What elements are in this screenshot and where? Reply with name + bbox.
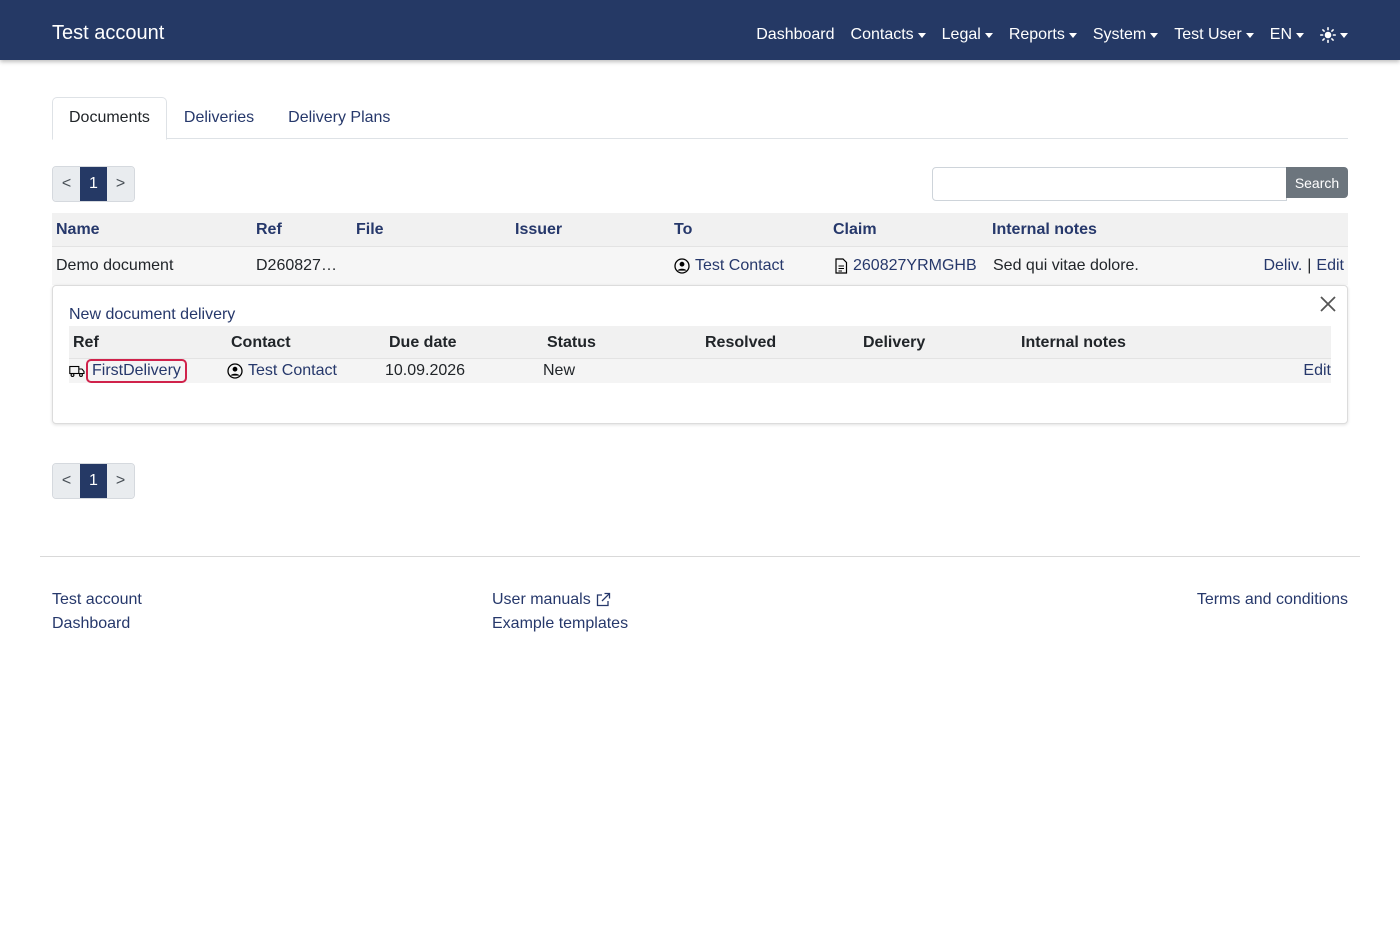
close-icon[interactable] (1319, 295, 1337, 313)
column-header-to[interactable]: To (674, 221, 692, 239)
main-nav: Dashboard Contacts Legal Reports System … (756, 24, 1348, 46)
brand-title[interactable]: Test account (52, 21, 164, 45)
pagination-prev-button[interactable]: < (53, 464, 80, 498)
column-header-internal-notes[interactable]: Internal notes (992, 221, 1097, 239)
deliv-link[interactable]: Deliv. (1263, 257, 1302, 275)
footer-divider (40, 556, 1360, 557)
delivery-edit-link[interactable]: Edit (1303, 362, 1331, 380)
tab-delivery-plans[interactable]: Delivery Plans (271, 97, 407, 139)
top-navbar: Test account Dashboard Contacts Legal Re… (0, 0, 1400, 60)
claim-link[interactable]: 260827YRMGHB (853, 257, 977, 275)
footer-link-user-manuals[interactable]: User manuals (492, 591, 611, 609)
deliveries-table-header: Ref Contact Due date Status Resolved Del… (69, 326, 1331, 359)
person-circle-icon (227, 363, 243, 379)
user-manuals-label: User manuals (492, 591, 591, 608)
delivery-panel: New document delivery Ref Contact Due da… (52, 285, 1348, 424)
external-link-icon (595, 592, 611, 608)
action-separator: | (1307, 257, 1312, 274)
caret-down-icon (1150, 32, 1159, 38)
column-header-status: Status (547, 334, 596, 351)
pagination-prev-button[interactable]: < (53, 167, 80, 201)
column-header-contact: Contact (231, 334, 291, 351)
document-ref: D260827… (256, 257, 337, 274)
nav-system-label: System (1092, 26, 1147, 43)
footer-link-dashboard[interactable]: Dashboard (52, 615, 130, 633)
nav-contacts[interactable]: Contacts (851, 24, 926, 46)
nav-reports-label: Reports (1008, 26, 1065, 43)
column-header-name[interactable]: Name (56, 221, 100, 239)
nav-legal[interactable]: Legal (942, 24, 993, 46)
column-header-resolved: Resolved (705, 334, 777, 351)
column-header-issuer[interactable]: Issuer (515, 221, 562, 239)
document-tabs: Documents Deliveries Delivery Plans (52, 97, 1348, 140)
column-header-claim[interactable]: Claim (833, 221, 877, 239)
deliveries-table: Ref Contact Due date Status Resolved Del… (69, 326, 1331, 383)
nav-reports[interactable]: Reports (1009, 24, 1077, 46)
table-row[interactable]: Demo document D260827… Test Contact 2608… (52, 247, 1348, 285)
tab-documents[interactable]: Documents (52, 97, 167, 140)
caret-down-icon (1245, 32, 1254, 38)
tab-deliveries[interactable]: Deliveries (167, 97, 271, 139)
first-delivery-link[interactable]: FirstDelivery (86, 359, 187, 383)
new-document-delivery-link[interactable]: New document delivery (69, 306, 235, 324)
documents-table: Name Ref File Issuer To Claim Internal n… (52, 213, 1348, 285)
edit-link[interactable]: Edit (1303, 362, 1331, 380)
column-header-ref[interactable]: Ref (256, 221, 282, 239)
column-header-delivery: Delivery (863, 334, 926, 351)
nav-contacts-label: Contacts (850, 26, 914, 43)
nav-dashboard[interactable]: Dashboard (756, 24, 834, 46)
table-row[interactable]: FirstDelivery Test Contact 10.09.2026 Ne… (69, 359, 1331, 383)
contact-link[interactable]: Test Contact (695, 257, 784, 275)
column-header-internal-notes: Internal notes (1021, 334, 1126, 351)
document-internal-notes: Sed qui vitae dolore. (993, 257, 1139, 274)
delivery-contact[interactable]: Test Contact (227, 362, 337, 380)
nav-legal-label: Legal (941, 26, 981, 43)
truck-icon (69, 364, 85, 378)
document-name: Demo document (56, 257, 174, 274)
caret-down-icon (917, 32, 926, 38)
footer-link-test-account[interactable]: Test account (52, 591, 142, 609)
table-header: Name Ref File Issuer To Claim Internal n… (52, 213, 1348, 247)
nav-theme-toggle[interactable] (1320, 27, 1348, 43)
search-button[interactable]: Search (1286, 167, 1348, 198)
document-icon (834, 258, 848, 274)
caret-down-icon (1296, 32, 1304, 38)
nav-language[interactable]: EN (1270, 24, 1304, 46)
pagination-next-button[interactable]: > (107, 464, 134, 498)
pagination-page-button[interactable]: 1 (80, 464, 107, 498)
caret-down-icon (984, 32, 993, 38)
document-to-contact[interactable]: Test Contact (674, 257, 784, 275)
pagination-page-button[interactable]: 1 (80, 167, 107, 201)
delivery-status: New (543, 362, 576, 379)
column-header-file[interactable]: File (356, 221, 384, 239)
person-circle-icon (674, 258, 690, 274)
pagination-next-button[interactable]: > (107, 167, 134, 201)
nav-dashboard-label: Dashboard (756, 26, 835, 43)
caret-down-icon (1340, 32, 1348, 38)
column-header-ref: Ref (73, 334, 99, 351)
footer-link-example-templates[interactable]: Example templates (492, 615, 628, 633)
nav-language-label: EN (1269, 26, 1292, 43)
pagination-bottom: < 1 > (52, 463, 135, 499)
search-input[interactable] (932, 167, 1287, 201)
row-actions: Deliv. | Edit (1263, 257, 1344, 275)
nav-user-label: Test User (1174, 26, 1242, 43)
pagination-top: < 1 > (52, 166, 135, 202)
footer-link-terms[interactable]: Terms and conditions (1197, 591, 1348, 609)
delivery-ref[interactable]: FirstDelivery (69, 359, 187, 383)
nav-user-menu[interactable]: Test User (1174, 24, 1254, 46)
delivery-due-date: 10.09.2026 (385, 362, 466, 379)
column-header-due-date: Due date (389, 334, 457, 351)
caret-down-icon (1068, 32, 1077, 38)
edit-link[interactable]: Edit (1316, 257, 1344, 275)
contact-link[interactable]: Test Contact (248, 362, 337, 380)
nav-system[interactable]: System (1092, 24, 1159, 46)
sun-icon (1320, 27, 1336, 43)
document-claim[interactable]: 260827YRMGHB (834, 257, 977, 275)
